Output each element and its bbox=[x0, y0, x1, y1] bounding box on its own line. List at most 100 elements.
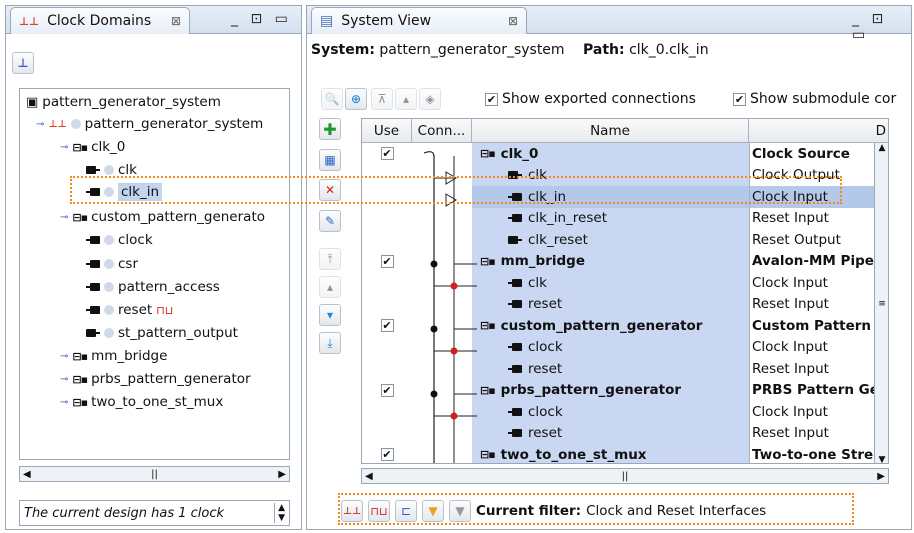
tree-item[interactable]: clock bbox=[86, 229, 153, 251]
close-icon[interactable]: ⊠ bbox=[508, 14, 518, 28]
tree-item[interactable]: csr bbox=[86, 253, 138, 275]
show-submodule-checkbox[interactable]: ✔ Show submodule cor bbox=[733, 91, 896, 107]
move-up-icon[interactable]: ▴ bbox=[319, 276, 341, 298]
tree-item[interactable]: ⊸ ⊟▪ prbs_pattern_generator bbox=[60, 368, 251, 390]
system-view-icon: ▤ bbox=[320, 13, 334, 29]
grid-vertical-scrollbar[interactable]: ▲ ≡ ▼ bbox=[874, 143, 888, 463]
module-icon: ⊟▪ bbox=[72, 140, 88, 154]
tree-item-label: csr bbox=[118, 256, 139, 272]
move-top-icon[interactable]: ⤒ bbox=[319, 248, 341, 270]
column-connections[interactable]: Conn... bbox=[412, 119, 472, 142]
expand-icon[interactable]: ⊸ bbox=[60, 142, 68, 153]
tree-item-label: clock bbox=[118, 232, 153, 248]
module-icon: ⊟▪ bbox=[72, 395, 88, 409]
scroll-left-icon[interactable]: ◀ bbox=[23, 469, 31, 480]
tree-item-label: custom_pattern_generato bbox=[91, 209, 265, 225]
scroll-right-icon[interactable]: ▶ bbox=[877, 471, 885, 482]
expand-icon[interactable]: ⊸ bbox=[60, 351, 68, 362]
tree-item[interactable]: ⊸ ⊟▪ mm_bridge bbox=[60, 345, 167, 367]
tree-item[interactable]: ▣ pattern_generator_system bbox=[26, 91, 221, 113]
clock-domain-filter-button[interactable]: ⊥ bbox=[12, 52, 34, 74]
input-port-icon bbox=[86, 236, 100, 244]
show-exported-checkbox[interactable]: ✔ Show exported connections bbox=[485, 91, 696, 107]
system-view-tabbar: ▤ System View ⊠ _ ⊡ ▭ bbox=[307, 6, 911, 43]
checkbox-checked-icon[interactable]: ✔ bbox=[733, 92, 746, 106]
expand-icon[interactable]: ⊸ bbox=[60, 397, 68, 408]
column-name[interactable]: Name bbox=[472, 119, 749, 142]
scroll-right-icon[interactable]: ▶ bbox=[278, 469, 286, 480]
scroll-thumb[interactable]: || bbox=[622, 471, 629, 482]
tree-horizontal-scrollbar[interactable]: ◀ || ▶ bbox=[19, 466, 290, 482]
expand-icon[interactable]: ⊸ bbox=[60, 212, 68, 223]
highlight-filter-bar bbox=[338, 493, 854, 525]
tree-item[interactable]: st_pattern_output bbox=[86, 322, 238, 344]
zoom-in-icon[interactable]: ⊕ bbox=[345, 88, 367, 110]
description-cell: Two-to-one Stre bbox=[749, 444, 874, 463]
tree-item[interactable]: ⊸ ⊟▪ two_to_one_st_mux bbox=[60, 391, 223, 413]
connections-grid[interactable]: Use Conn... Name D ✔ ⊟▪ clk_0 Clock Source c… bbox=[361, 118, 889, 464]
window-controls[interactable]: _ ⊡ ▭ bbox=[231, 11, 292, 27]
description-cell: Clock Source bbox=[749, 143, 874, 165]
scroll-thumb[interactable]: ≡ bbox=[878, 299, 886, 309]
tree-item[interactable]: ⊸ ⊟▪ custom_pattern_generato bbox=[60, 206, 265, 228]
description-cell: Reset Input bbox=[749, 207, 874, 229]
name-label: clock bbox=[528, 339, 563, 356]
description-cell: Custom Pattern bbox=[749, 315, 874, 337]
move-up-icon[interactable]: ▴ bbox=[395, 88, 417, 110]
scroll-left-icon[interactable]: ◀ bbox=[365, 471, 373, 482]
collapse-icon[interactable]: ⊼ bbox=[371, 88, 393, 110]
clock-domain-tree[interactable]: ▣ pattern_generator_system ⊸ ⊥⊥ pattern_gene… bbox=[19, 88, 290, 460]
module-icon: ⊟▪ bbox=[72, 210, 88, 224]
column-use[interactable]: Use bbox=[362, 119, 412, 142]
description-cell: Clock Input bbox=[749, 272, 874, 294]
close-icon[interactable]: ⊠ bbox=[171, 14, 181, 28]
add-icon[interactable]: ✚ bbox=[319, 118, 341, 140]
tree-item-label: pattern_generator_system bbox=[42, 94, 221, 110]
tree-item[interactable]: ⊸ ⊥⊥ pattern_generator_system bbox=[36, 113, 263, 135]
description-cell: Reset Input bbox=[749, 293, 874, 315]
scroll-down-icon[interactable]: ▼ bbox=[879, 455, 886, 463]
zoom-out-icon[interactable]: 🔍 bbox=[321, 88, 343, 110]
move-bottom-icon[interactable]: ⤓ bbox=[319, 332, 341, 354]
clock-dot-icon bbox=[70, 119, 81, 129]
system-view-panel: ▤ System View ⊠ _ ⊡ ▭ System: pattern_ge… bbox=[306, 5, 912, 530]
name-label: clock bbox=[528, 403, 563, 420]
edit-icon[interactable]: ✎ bbox=[319, 210, 341, 232]
tree-item[interactable]: reset ⊓⊔ bbox=[86, 299, 173, 321]
grid-horizontal-scrollbar[interactable]: ◀ || ▶ bbox=[361, 468, 889, 484]
name-label: reset bbox=[528, 425, 563, 442]
tree-item[interactable]: ⊸ ⊟▪ clk_0 bbox=[60, 136, 125, 158]
port-dot-icon bbox=[104, 259, 114, 269]
tree-item-label: mm_bridge bbox=[91, 348, 168, 364]
move-down-icon[interactable]: ▾ bbox=[319, 304, 341, 326]
input-port-icon bbox=[86, 306, 100, 314]
description-cell: Avalon-MM Pipe bbox=[749, 250, 874, 272]
graph-icon[interactable]: ◈ bbox=[419, 88, 441, 110]
output-port-icon bbox=[86, 329, 100, 337]
scroll-up-icon[interactable]: ▲ bbox=[879, 143, 886, 153]
tree-item[interactable]: pattern_access bbox=[86, 276, 220, 298]
expand-icon[interactable]: ⊸ bbox=[36, 119, 44, 130]
highlight-clk-in bbox=[70, 176, 842, 204]
input-port-icon bbox=[86, 283, 100, 291]
tree-item-label: pattern_access bbox=[118, 279, 220, 295]
column-description[interactable]: D bbox=[749, 119, 888, 142]
module-icon: ⊟▪ bbox=[72, 372, 88, 386]
add-instance-icon[interactable]: ▦ bbox=[319, 149, 341, 171]
scroll-thumb[interactable]: || bbox=[151, 469, 158, 480]
system-path-bar: System: pattern_generator_system Path: c… bbox=[311, 42, 709, 58]
port-dot-icon bbox=[104, 282, 114, 292]
port-dot-icon bbox=[104, 305, 114, 315]
port-dot-icon bbox=[104, 165, 114, 175]
name-label: clk_in_reset bbox=[528, 210, 607, 227]
clock-domain-icon: ⊥⊥ bbox=[19, 14, 40, 28]
tab-system-view[interactable]: ▤ System View ⊠ bbox=[311, 7, 527, 34]
checkbox-checked-icon[interactable]: ✔ bbox=[485, 92, 498, 106]
expand-icon[interactable]: ⊸ bbox=[60, 374, 68, 385]
tree-item-label: pattern_generator_system bbox=[84, 116, 264, 132]
tab-clock-domains[interactable]: ⊥⊥ Clock Domains ⊠ bbox=[10, 7, 190, 34]
system-icon: ▣ bbox=[26, 94, 39, 110]
window-controls[interactable]: _ ⊡ ▭ bbox=[852, 11, 911, 43]
grid-header: Use Conn... Name D bbox=[362, 119, 888, 143]
status-spinner[interactable]: ▲ ▼ bbox=[274, 503, 285, 523]
